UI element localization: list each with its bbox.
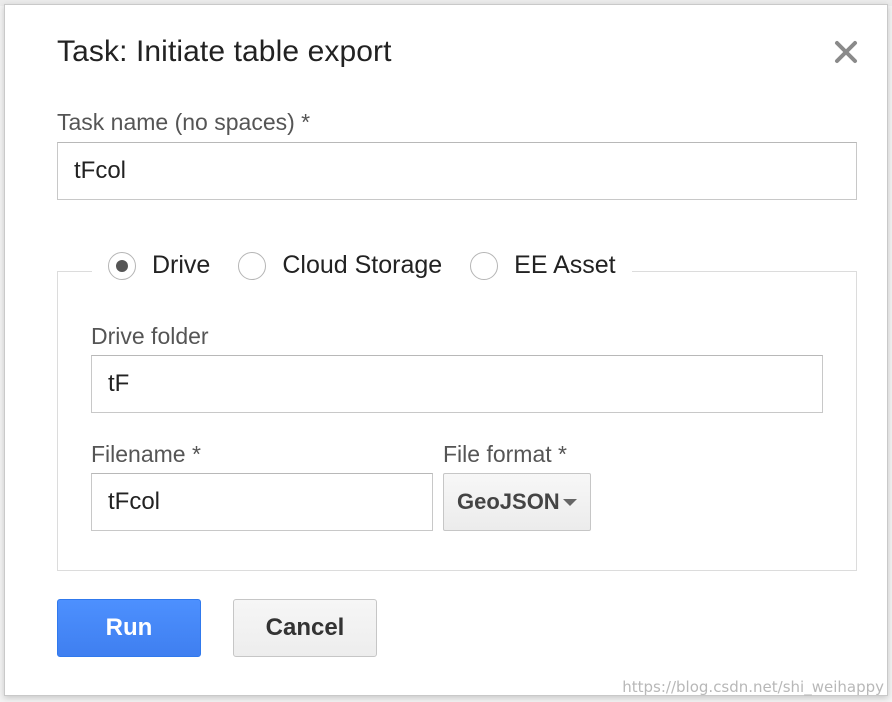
cancel-button[interactable]: Cancel <box>233 599 377 657</box>
watermark-text: https://blog.csdn.net/shi_weihappy <box>622 678 884 696</box>
close-icon[interactable] <box>831 37 861 67</box>
export-dialog: Task: Initiate table export Task name (n… <box>4 4 888 696</box>
radio-drive-label: Drive <box>152 251 211 279</box>
radio-ee-asset-button[interactable] <box>470 251 499 280</box>
file-format-label: File format * <box>443 441 567 467</box>
run-button[interactable]: Run <box>57 599 201 657</box>
filename-label: Filename * <box>91 441 201 467</box>
chevron-down-icon <box>562 498 577 506</box>
drive-folder-label: Drive folder <box>91 323 209 349</box>
filename-input[interactable] <box>91 473 433 531</box>
radio-option-cloud-storage[interactable]: Cloud Storage <box>238 251 442 280</box>
radio-ee-asset-label: EE Asset <box>514 251 616 279</box>
radio-option-ee-asset[interactable]: EE Asset <box>470 251 616 280</box>
drive-folder-input[interactable] <box>91 355 823 413</box>
file-format-select[interactable]: GeoJSON <box>443 473 591 531</box>
radio-option-drive[interactable]: Drive <box>108 251 210 280</box>
destination-radio-group: Drive Cloud Storage EE Asset <box>108 251 616 280</box>
destination-legend: Drive Cloud Storage EE Asset <box>92 251 632 291</box>
radio-drive-button[interactable] <box>108 251 136 280</box>
page: Task: Initiate table export Task name (n… <box>0 0 892 702</box>
task-name-label: Task name (no spaces) * <box>57 109 311 135</box>
task-name-input[interactable] <box>57 142 857 200</box>
radio-cloud-storage-label: Cloud Storage <box>282 251 443 279</box>
close-icon-glyph <box>835 41 857 63</box>
radio-cloud-storage-button[interactable] <box>238 251 267 280</box>
file-format-value: GeoJSON <box>457 489 560 514</box>
dialog-title: Task: Initiate table export <box>57 35 392 68</box>
